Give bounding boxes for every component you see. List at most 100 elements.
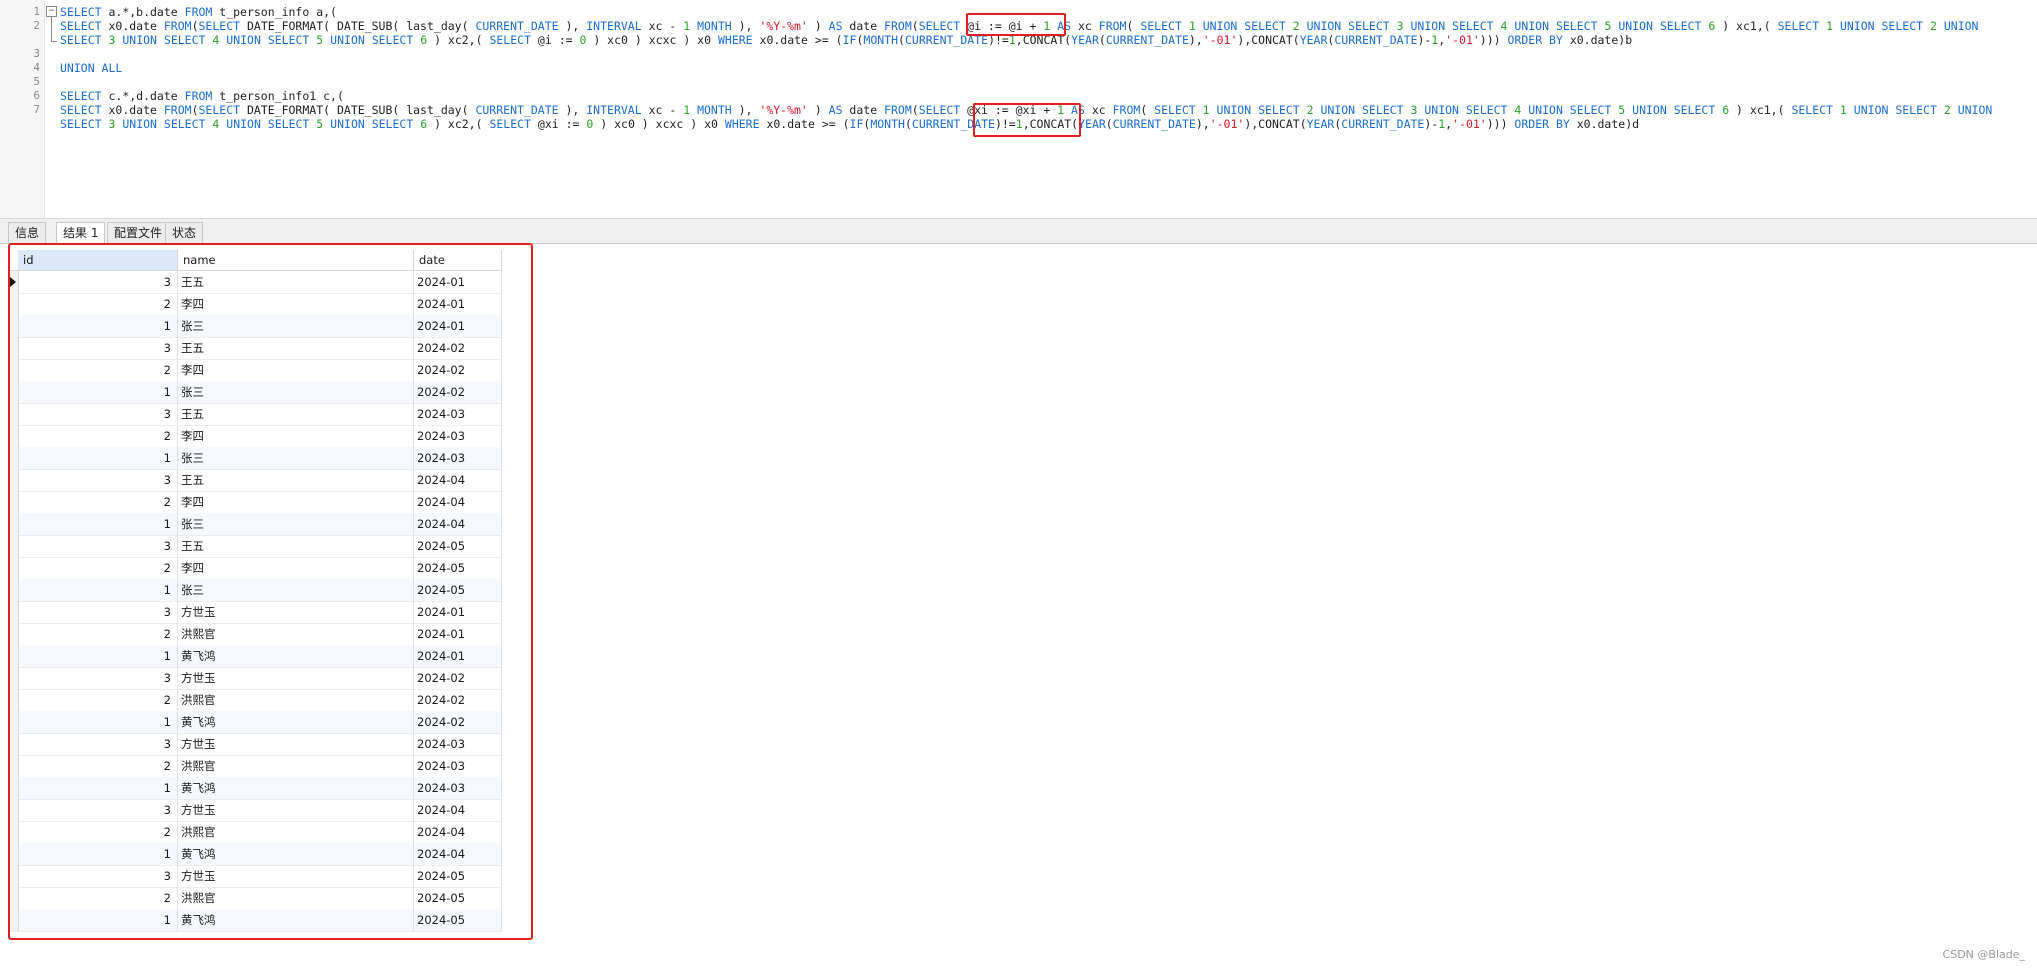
code-token: FROM (884, 103, 912, 117)
code-token: SELECT (60, 117, 102, 131)
code-token: ), (1195, 117, 1210, 131)
code-token: )- (1417, 33, 1432, 47)
line-number: 4 (33, 61, 40, 74)
code-token: a.*,b.date (101, 5, 185, 19)
code-token: MONTH (697, 103, 732, 117)
sql-editor[interactable]: 1234567 − SELECT a.*,b.date FROM t_perso… (0, 0, 2037, 219)
code-token: 1 (1202, 103, 1210, 117)
code-line: UNION ALL (60, 61, 2030, 75)
code-token: SELECT (60, 103, 102, 117)
code-token: UNION SELECT (226, 33, 310, 47)
code-token: ( (1140, 103, 1155, 117)
code-token: UNION SELECT (1632, 103, 1716, 117)
tab-status[interactable]: 状态 (165, 222, 204, 243)
result-tabbar: 信息 结果 1 配置文件 状态 (0, 219, 2037, 244)
code-token: CURRENT_DATE (475, 103, 559, 117)
code-token: 1 (1839, 103, 1847, 117)
code-token: ( (898, 33, 905, 47)
code-token: SELECT (489, 117, 531, 131)
code-token: UNION SELECT (1202, 19, 1286, 33)
code-token: ( (1126, 19, 1141, 33)
code-token: UNION SELECT (122, 33, 206, 47)
watermark: CSDN @Blade_ (1942, 948, 2025, 961)
tab-result-1[interactable]: 结果 1 (56, 222, 106, 244)
code-token: CURRENT_DATE (1112, 117, 1196, 131)
code-token: UNION SELECT (1839, 19, 1924, 33)
line-number-gutter: 12 34567 (0, 0, 45, 218)
code-token: CURRENT_DATE (1105, 33, 1189, 47)
code-token: UNION (1943, 19, 1979, 33)
code-token: ), (731, 103, 760, 117)
code-token: IF (849, 117, 864, 131)
code-token: xc - (641, 19, 684, 33)
code-token: x0.date (101, 103, 164, 117)
code-token: UNION SELECT (1853, 103, 1937, 117)
code-token: ))) (1479, 33, 1508, 47)
code-token: ( (1098, 33, 1106, 47)
code-token: AS (828, 19, 843, 33)
code-token: UNION SELECT (330, 33, 414, 47)
code-token: SELECT (1154, 103, 1196, 117)
code-token: FROM (163, 19, 192, 33)
code-token: SELECT (1140, 19, 1182, 33)
code-token: FROM (1098, 19, 1127, 33)
code-token: ORDER BY (1514, 117, 1570, 131)
code-token: '-01' (1209, 117, 1245, 131)
code-token: ) xc1,( (1729, 103, 1792, 117)
code-token: MONTH (697, 19, 732, 33)
code-token: YEAR (1299, 33, 1328, 47)
tab-info[interactable]: 信息 (8, 222, 47, 243)
code-token: UNION SELECT (1528, 103, 1612, 117)
code-token: AS (828, 103, 843, 117)
code-token: ))) (1486, 117, 1515, 131)
code-token: SELECT (1791, 103, 1833, 117)
line-number: 1 (33, 5, 40, 18)
code-token: 2 (1292, 19, 1300, 33)
code-token: x0.date >= ( (759, 117, 850, 131)
code-token: SELECT (198, 103, 241, 117)
code-token: x0.date)b (1562, 33, 1633, 47)
code-token: SELECT (60, 33, 102, 47)
code-token: FROM (184, 5, 213, 19)
tab-profile[interactable]: 配置文件 (107, 222, 170, 243)
code-token: MONTH (870, 117, 905, 131)
code-token: ), (558, 103, 587, 117)
code-token: xc (1071, 19, 1099, 33)
code-token: '%Y-%m' (759, 19, 808, 33)
code-token: CURRENT_DATE (1334, 33, 1418, 47)
code-token: xc (1084, 103, 1113, 117)
code-token: SELECT (60, 19, 102, 33)
code-token: ) xc0 ) xcxc ) x0 (593, 117, 725, 131)
code-token: WHERE (724, 117, 760, 131)
code-token: '%Y-%m' (759, 103, 808, 117)
code-token: CURRENT_DATE (1341, 117, 1425, 131)
fold-guide-end (51, 41, 57, 42)
code-token: ( (904, 117, 912, 131)
code-token: WHERE (717, 33, 753, 47)
code-token: FROM (184, 89, 213, 103)
code-token: x0.date)d (1569, 117, 1640, 131)
code-token: YEAR (1306, 117, 1335, 131)
code-token: FROM (1112, 103, 1141, 117)
code-token: SELECT (60, 89, 102, 103)
code-token: ) xc2,( (427, 117, 490, 131)
code-token: UNION ALL (60, 61, 123, 75)
code-token: 2 (1943, 103, 1951, 117)
code-token: MONTH (863, 33, 899, 47)
code-token: INTERVAL (586, 19, 642, 33)
code-token: SELECT (918, 19, 961, 33)
code-line: SELECT c.*,d.date FROM t_person_info1 c,… (60, 89, 2030, 103)
code-token: UNION SELECT (1618, 19, 1702, 33)
code-token: UNION SELECT (1514, 19, 1598, 33)
code-token: UNION SELECT (1320, 103, 1404, 117)
code-token: ),CONCAT( (1244, 117, 1307, 131)
highlight-box-result-grid (8, 243, 533, 940)
